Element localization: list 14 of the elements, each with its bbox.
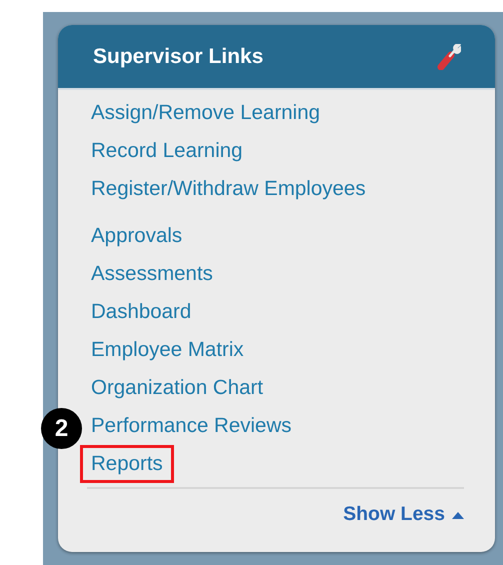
caret-icon [452, 510, 464, 518]
show-less-link[interactable]: Show Less [343, 503, 464, 526]
nav-link[interactable]: Reports [80, 445, 174, 483]
nav-link[interactable]: Assign/Remove Learning [80, 94, 332, 132]
nav-link[interactable]: Register/Withdraw Employees [80, 170, 377, 208]
nav-link[interactable]: Employee Matrix [80, 331, 255, 369]
wrench-icon[interactable] [437, 44, 461, 70]
nav-link[interactable]: Approvals [80, 217, 194, 255]
panel-title: Supervisor Links [93, 44, 264, 68]
nav-link[interactable]: Assessments [80, 255, 224, 293]
nav-link[interactable]: Record Learning [80, 132, 254, 170]
nav-link[interactable]: Dashboard [80, 293, 202, 331]
nav-link[interactable]: Performance Reviews [80, 407, 303, 445]
nav-link[interactable]: Organization Chart [80, 369, 274, 407]
